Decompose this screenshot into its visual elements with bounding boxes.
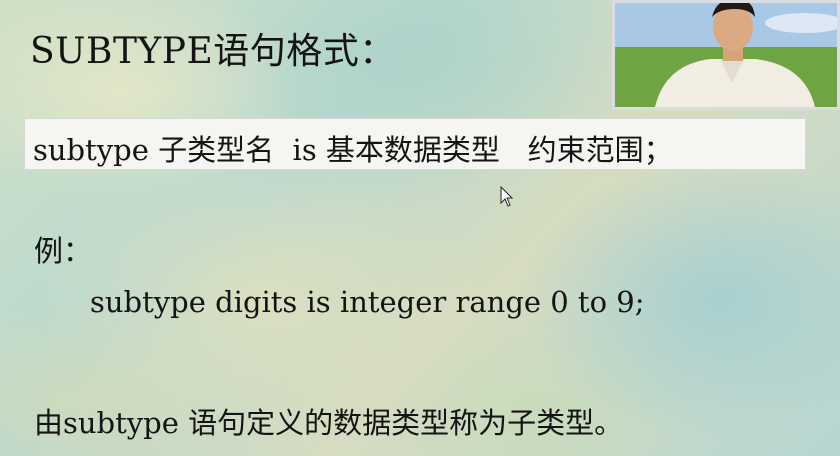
presenter-video-icon bbox=[615, 3, 837, 107]
slide-title: SUBTYPE语句格式： bbox=[30, 31, 396, 72]
conclusion-text: 由subtype 语句定义的数据类型称为子类型。 bbox=[34, 406, 624, 440]
presenter-video-inset bbox=[612, 0, 840, 110]
example-label: 例： bbox=[34, 234, 93, 268]
syntax-text: subtype 子类型名 is 基本数据类型 约束范围； bbox=[33, 133, 673, 167]
mouse-pointer-icon bbox=[500, 185, 514, 212]
example-code: subtype digits is integer range 0 to 9; bbox=[90, 285, 645, 319]
syntax-box: subtype 子类型名 is 基本数据类型 约束范围； bbox=[24, 118, 806, 170]
